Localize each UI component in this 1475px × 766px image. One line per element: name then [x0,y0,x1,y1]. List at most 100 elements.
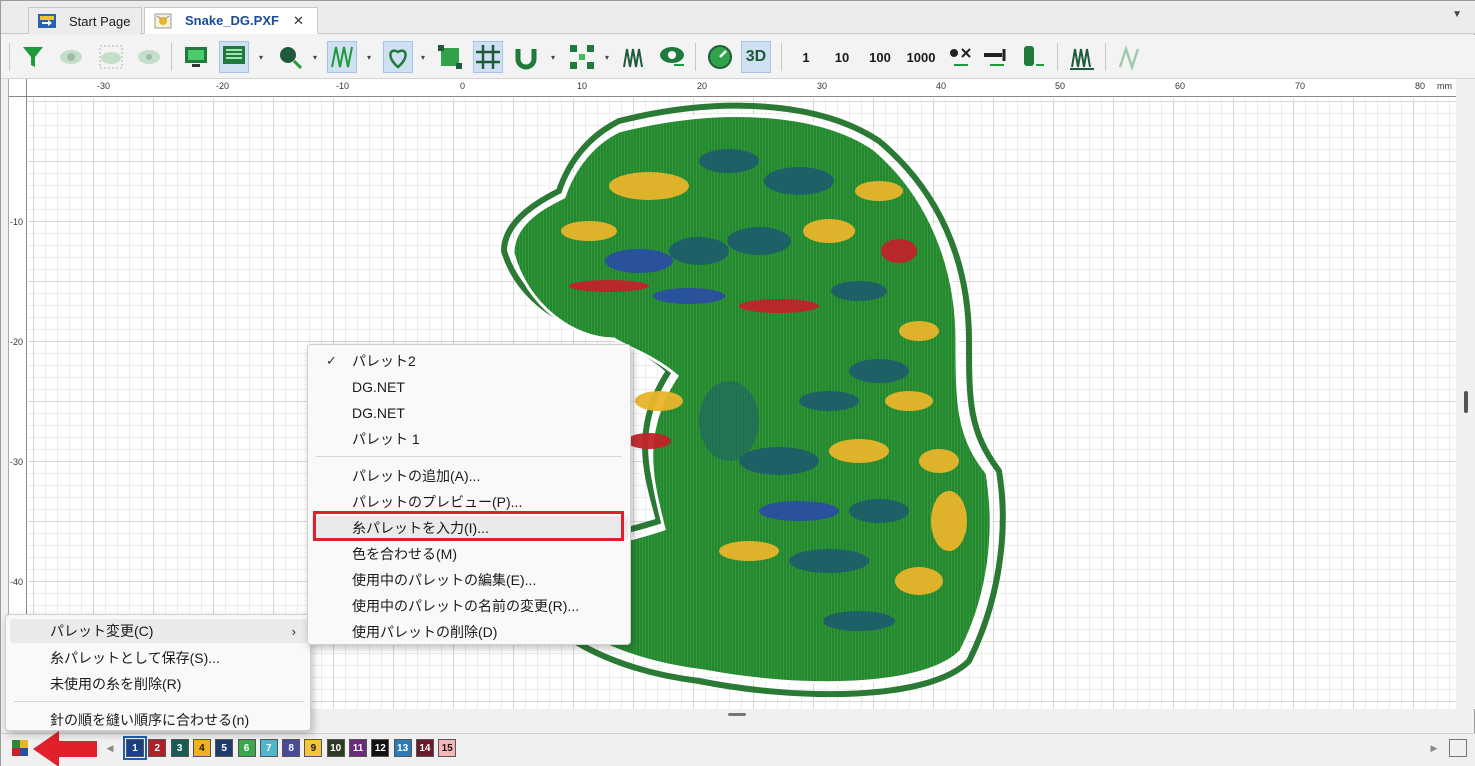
menu-item-label: パレットのプレビュー(P)... [352,494,523,510]
menu-item-edit-palette[interactable]: 使用中のパレットの編集(E)... [312,568,628,592]
menu-item-dg-net-2[interactable]: DG.NET [312,401,628,425]
step-1-button[interactable]: 1 [791,41,821,73]
zoom-dropdown-icon[interactable]: ▾ [313,53,317,62]
needle-swatch[interactable]: 1 [123,736,147,760]
menu-item-label: 糸パレットとして保存(S)... [50,650,220,666]
menu-item-save-palette[interactable]: 糸パレットとして保存(S)... [10,646,308,670]
needle-swatch[interactable]: 2 [148,739,167,757]
panel-splitter-grip[interactable] [728,713,746,716]
main-toolbar: ▾ ▾ ▾ ▾ ▾ ▾ 3D 1 10 100 1000 [1,35,1475,79]
menu-item-remove-unused[interactable]: 未使用の糸を削除(R) [10,672,308,696]
menu-item-label: パレットの追加(A)... [352,468,481,484]
submenu-arrow-icon: › [291,624,296,639]
menu-item-match-colors[interactable]: 色を合わせる(M) [312,542,628,566]
menu-item-palette-2[interactable]: ✓ パレット2 [312,349,628,373]
show-all-icon[interactable] [134,41,164,73]
magnet-icon[interactable] [511,41,541,73]
outline-icon[interactable] [383,41,413,73]
zoom-icon[interactable] [275,41,305,73]
view-3d-button[interactable]: 3D [741,41,771,73]
menu-item-match-sequence[interactable]: 針の順を縫い順序に合わせる(n) [10,708,308,732]
needle-swatch[interactable]: 7 [259,739,278,757]
fit-view-icon[interactable] [1449,739,1467,757]
tab-snake-file-label: Snake_DG.PXF [185,13,279,28]
menu-item-delete-palette[interactable]: 使用パレットの削除(D) [312,620,628,644]
monitor-icon[interactable] [181,41,211,73]
menu-item-palette-1[interactable]: パレット 1 [312,427,628,451]
needle-swatch[interactable]: 11 [349,739,367,757]
menu-item-label: DG.NET [352,405,405,421]
node-edit-dropdown-icon[interactable]: ▾ [605,53,609,62]
h-ruler-label: 30 [817,81,828,91]
menu-item-label: パレット 1 [352,431,420,447]
h-ruler-label: -10 [336,81,350,91]
h-ruler-label: 0 [460,81,466,91]
menu-item-label: 使用パレットの削除(D) [352,624,498,640]
disabled-tool-icon[interactable] [1115,41,1145,73]
stitch-list-icon[interactable] [619,41,649,73]
menu-separator [14,701,304,702]
app-window: Start Page Snake_DG.PXF ✕ ▼ ▾ ▾ ▾ ▾ ▾ ▾ … [0,0,1475,766]
h-ruler-label: 60 [1175,81,1186,91]
needle-swatch[interactable]: 10 [326,739,345,757]
v-ruler-label: -30 [10,457,24,467]
show-hide-icon[interactable] [56,41,86,73]
preview-eye-icon[interactable] [657,41,687,73]
show-selected-icon[interactable] [96,41,126,73]
step-100-button[interactable]: 100 [865,41,895,73]
filter-icon[interactable] [18,41,48,73]
needle-swatch[interactable]: 8 [282,739,301,757]
needle-swatch[interactable]: 3 [170,739,189,757]
scroll-left-icon[interactable]: ◀ [101,739,119,757]
ruler-origin-icon[interactable] [9,79,27,97]
needle-swatch[interactable]: 14 [415,739,434,757]
needle-swatch[interactable]: 15 [438,739,457,757]
trim-step-icon[interactable] [945,41,975,73]
display-mode-icon[interactable] [219,41,249,73]
h-ruler-label: 80 [1415,81,1426,91]
color-step-icon[interactable] [1017,41,1047,73]
needle-swatch[interactable]: 6 [237,739,256,757]
horizontal-ruler: -30 -20 -10 0 10 20 30 40 50 60 70 80 mm [27,79,1456,97]
palette-menu-icon[interactable] [11,739,29,757]
speed-gauge-icon[interactable] [705,41,735,73]
vertical-scrollbar[interactable] [1457,79,1475,709]
step-1000-button[interactable]: 1000 [903,41,939,73]
step-10-button[interactable]: 10 [827,41,857,73]
ruler-unit: mm [1437,81,1452,91]
menu-item-add-palette[interactable]: パレットの追加(A)... [312,464,628,488]
menu-item-dg-net[interactable]: DG.NET [312,375,628,399]
toolbar-grip [9,43,10,71]
stitch-mode-icon[interactable] [327,41,357,73]
tab-snake-file[interactable]: Snake_DG.PXF ✕ [144,7,318,34]
tab-start-page[interactable]: Start Page [28,7,142,34]
tab-list-dropdown-icon[interactable]: ▼ [1452,9,1462,20]
step-100-label: 100 [869,49,891,65]
grid-icon[interactable] [473,41,503,73]
jump-step-icon[interactable] [981,41,1011,73]
needle-swatch[interactable]: 13 [393,739,412,757]
vertical-scroll-thumb[interactable] [1464,391,1468,413]
needle-swatch[interactable]: 9 [304,739,323,757]
snap-dropdown-icon[interactable]: ▾ [551,53,555,62]
outline-dropdown-icon[interactable]: ▾ [421,53,425,62]
menu-item-label: 針の順を縫い順序に合わせる(n) [50,712,250,728]
palette-submenu: ✓ パレット2 DG.NET DG.NET パレット 1 パレットの追加(A).… [307,344,631,645]
menu-item-change-palette[interactable]: パレット変更(C) › [10,619,308,643]
needle-swatch[interactable]: 12 [371,739,390,757]
stitch-mode-dropdown-icon[interactable]: ▾ [367,53,371,62]
view-3d-label: 3D [745,48,767,65]
needle-swatch[interactable]: 5 [215,739,234,757]
scroll-right-icon[interactable]: ▶ [1425,739,1443,757]
needle-swatch[interactable]: 4 [192,739,211,757]
h-ruler-label: 40 [936,81,947,91]
stitch-density-icon[interactable] [1067,41,1097,73]
start-page-icon [37,12,57,30]
close-tab-icon[interactable]: ✕ [293,13,304,29]
display-mode-dropdown-icon[interactable]: ▾ [259,53,263,62]
menu-item-label: 使用中のパレットの名前の変更(R)... [352,598,580,614]
bounding-box-icon[interactable] [435,41,465,73]
node-edit-icon[interactable] [567,41,597,73]
menu-item-rename-palette[interactable]: 使用中のパレットの名前の変更(R)... [312,594,628,618]
toolbar-separator [171,43,172,71]
